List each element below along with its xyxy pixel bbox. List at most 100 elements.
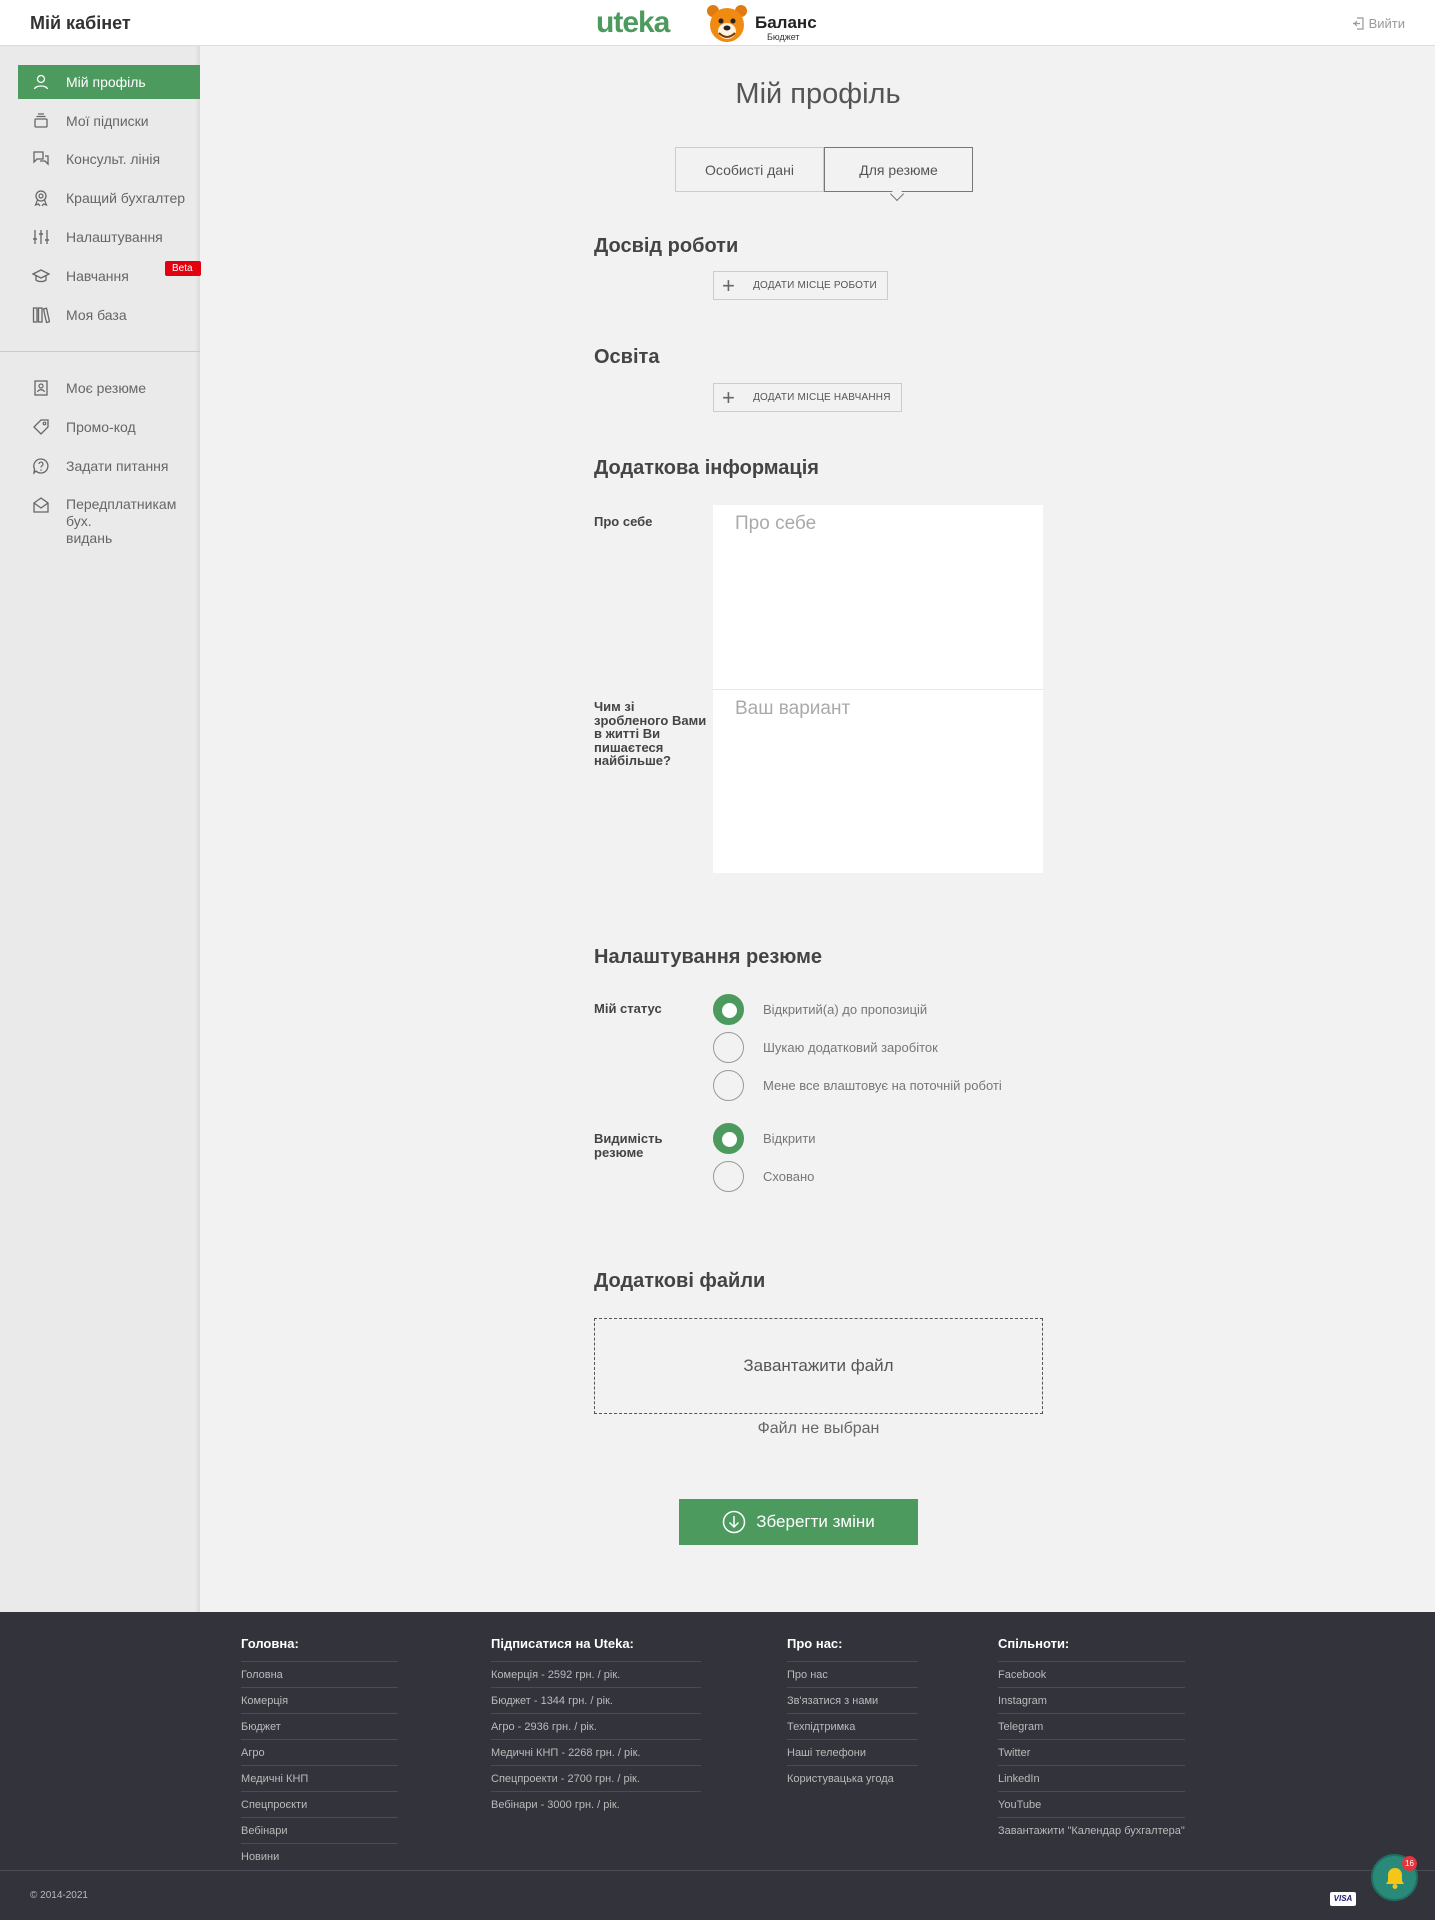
- tag-icon: [33, 419, 49, 435]
- tab-for-resume[interactable]: Для резюме: [824, 147, 973, 192]
- footer-link[interactable]: Комерція - 2592 грн. / рік.: [491, 1662, 701, 1688]
- header: Мій кабінет uteka Баланс Бюджет Вийти: [0, 0, 1435, 46]
- subscriptions-icon: [34, 113, 48, 128]
- sidebar-item-label: Моє резюме: [66, 379, 147, 396]
- save-button[interactable]: Зберегти зміни: [679, 1499, 918, 1545]
- about-textarea[interactable]: [713, 505, 1043, 689]
- sidebar-item-label: Задати питання: [66, 457, 169, 474]
- balans-logo-subtitle: Бюджет: [767, 32, 800, 42]
- footer-link[interactable]: LinkedIn: [998, 1766, 1185, 1792]
- footer-link[interactable]: Twitter: [998, 1740, 1185, 1766]
- visibility-option-open[interactable]: Відкрити: [713, 1123, 816, 1154]
- chat-icon: [33, 151, 49, 166]
- footer-link[interactable]: Користувацька угода: [787, 1766, 918, 1792]
- footer-link[interactable]: Вебінари: [241, 1818, 398, 1844]
- sidebar-item-settings[interactable]: Налаштування: [18, 220, 200, 254]
- radio-label: Сховано: [763, 1169, 815, 1184]
- footer-link[interactable]: Telegram: [998, 1714, 1185, 1740]
- radio-button[interactable]: [713, 1123, 744, 1154]
- status-option-open[interactable]: Відкритий(а) до пропозицій: [713, 994, 927, 1025]
- logout-link[interactable]: Вийти: [1352, 16, 1405, 31]
- save-label: Зберегти зміни: [756, 1512, 875, 1531]
- footer-link[interactable]: Агро: [241, 1740, 398, 1766]
- education-heading: Освіта: [594, 346, 660, 368]
- sidebar-item-my-resume[interactable]: Моє резюме: [18, 371, 200, 405]
- sidebar-item-label: Налаштування: [66, 228, 163, 245]
- sidebar-item-subscriptions[interactable]: Мої підписки: [18, 104, 200, 138]
- footer-link[interactable]: Наші телефони: [787, 1740, 918, 1766]
- footer-link[interactable]: Вебінари - 3000 грн. / рік.: [491, 1792, 701, 1818]
- footer-link[interactable]: Завантажити "Календар бухгалтера": [998, 1818, 1185, 1844]
- radio-button[interactable]: [713, 1070, 744, 1101]
- footer-link[interactable]: Про нас: [787, 1662, 918, 1688]
- footer-column-heading: Спільноти:: [998, 1636, 1185, 1662]
- bear-logo-icon: [707, 5, 747, 42]
- footer-link[interactable]: Бюджет: [241, 1714, 398, 1740]
- footer-link[interactable]: Медичні КНП - 2268 грн. / рік.: [491, 1740, 701, 1766]
- upload-file-dropzone[interactable]: Завантажити файл: [594, 1318, 1043, 1414]
- sidebar-item-label: Моя база: [66, 306, 127, 323]
- footer-link[interactable]: Спецпроєкти: [241, 1792, 398, 1818]
- footer-link[interactable]: Facebook: [998, 1662, 1185, 1688]
- logout-label: Вийти: [1368, 16, 1405, 31]
- sidebar-item-my-base[interactable]: Моя база: [18, 298, 200, 332]
- footer-link[interactable]: Медичні КНП: [241, 1766, 398, 1792]
- page-title: Мій профіль: [735, 78, 901, 110]
- radio-label: Відкрити: [763, 1131, 816, 1146]
- add-education-label: ДОДАТИ МІСЦЕ НАВЧАННЯ: [753, 392, 891, 403]
- footer-link[interactable]: Instagram: [998, 1688, 1185, 1714]
- footer-link[interactable]: Спецпроекти - 2700 грн. / рік.: [491, 1766, 701, 1792]
- page-header-title: Мій кабінет: [30, 13, 131, 33]
- sidebar-item-label-line2: видань: [66, 530, 113, 546]
- files-heading: Додаткові файли: [594, 1270, 766, 1292]
- notifications-count-badge: 16: [1402, 1856, 1417, 1871]
- footer-link[interactable]: Зв'язатися з нами: [787, 1688, 918, 1714]
- sidebar-item-subscribers[interactable]: Передплатникам бух. видань: [18, 496, 200, 546]
- status-option-extra-income[interactable]: Шукаю додатковий заробіток: [713, 1032, 938, 1063]
- sidebar-item-label: Передплатникам бух. видань: [66, 496, 200, 547]
- proud-textarea[interactable]: [713, 689, 1043, 873]
- footer-column-heading: Про нас:: [787, 1636, 918, 1662]
- footer: Головна: Головна Комерція Бюджет Агро Ме…: [0, 1612, 1435, 1920]
- proud-label: Чим зі зробленого Вами в житті Ви пишаєт…: [594, 699, 707, 768]
- about-label: Про себе: [594, 514, 653, 529]
- sidebar-item-label: Мої підписки: [66, 112, 149, 129]
- graduation-cap-icon: [32, 269, 50, 283]
- footer-column-heading: Головна:: [241, 1636, 398, 1662]
- user-icon: [33, 74, 49, 90]
- sidebar-item-ask-question[interactable]: Задати питання: [18, 449, 200, 483]
- tab-personal-data[interactable]: Особисті дані: [675, 147, 824, 192]
- add-education-button[interactable]: + ДОДАТИ МІСЦЕ НАВЧАННЯ: [713, 383, 902, 412]
- footer-link[interactable]: Комерція: [241, 1688, 398, 1714]
- radio-label: Відкритий(а) до пропозицій: [763, 1002, 928, 1017]
- extra-info-heading: Додаткова інформація: [594, 457, 819, 479]
- footer-column-about: Про нас: Про нас Зв'язатися з нами Техпі…: [787, 1636, 918, 1792]
- sidebar-item-promo-code[interactable]: Промо-код: [18, 410, 200, 444]
- add-workplace-label: ДОДАТИ МІСЦЕ РОБОТИ: [753, 280, 877, 291]
- footer-link[interactable]: Агро - 2936 грн. / рік.: [491, 1714, 701, 1740]
- mail-icon: [33, 497, 49, 513]
- visibility-option-hidden[interactable]: Сховано: [713, 1161, 814, 1192]
- footer-divider: [0, 1870, 1435, 1871]
- sliders-icon: [33, 230, 49, 244]
- sidebar-item-profile[interactable]: Мій профіль: [18, 65, 200, 99]
- footer-link[interactable]: Головна: [241, 1662, 398, 1688]
- sidebar-item-consult[interactable]: Консульт. лінія: [18, 142, 200, 176]
- footer-link[interactable]: Новини: [241, 1844, 398, 1870]
- footer-link[interactable]: Техпідтримка: [787, 1714, 918, 1740]
- no-file-text: Файл не выбран: [757, 1420, 880, 1437]
- status-option-satisfied[interactable]: Мене все влаштовує на поточній роботі: [713, 1070, 1002, 1101]
- sidebar-item-label: Консульт. лінія: [66, 150, 161, 167]
- uteka-logo[interactable]: uteka: [596, 6, 670, 40]
- add-workplace-button[interactable]: + ДОДАТИ МІСЦЕ РОБОТИ: [713, 271, 888, 300]
- footer-link[interactable]: YouTube: [998, 1792, 1185, 1818]
- footer-link[interactable]: Бюджет - 1344 грн. / рік.: [491, 1688, 701, 1714]
- radio-button[interactable]: [713, 1161, 744, 1192]
- radio-button[interactable]: [713, 1032, 744, 1063]
- footer-column-heading: Підписатися на Uteka:: [491, 1636, 701, 1662]
- footer-column-subscribe: Підписатися на Uteka: Комерція - 2592 гр…: [491, 1636, 701, 1818]
- radio-button[interactable]: [713, 994, 744, 1025]
- visa-logo-icon: VISA: [1330, 1892, 1356, 1906]
- copyright: © 2014-2021: [30, 1890, 88, 1901]
- sidebar-item-best-accountant[interactable]: Кращий бухгалтер: [18, 181, 200, 215]
